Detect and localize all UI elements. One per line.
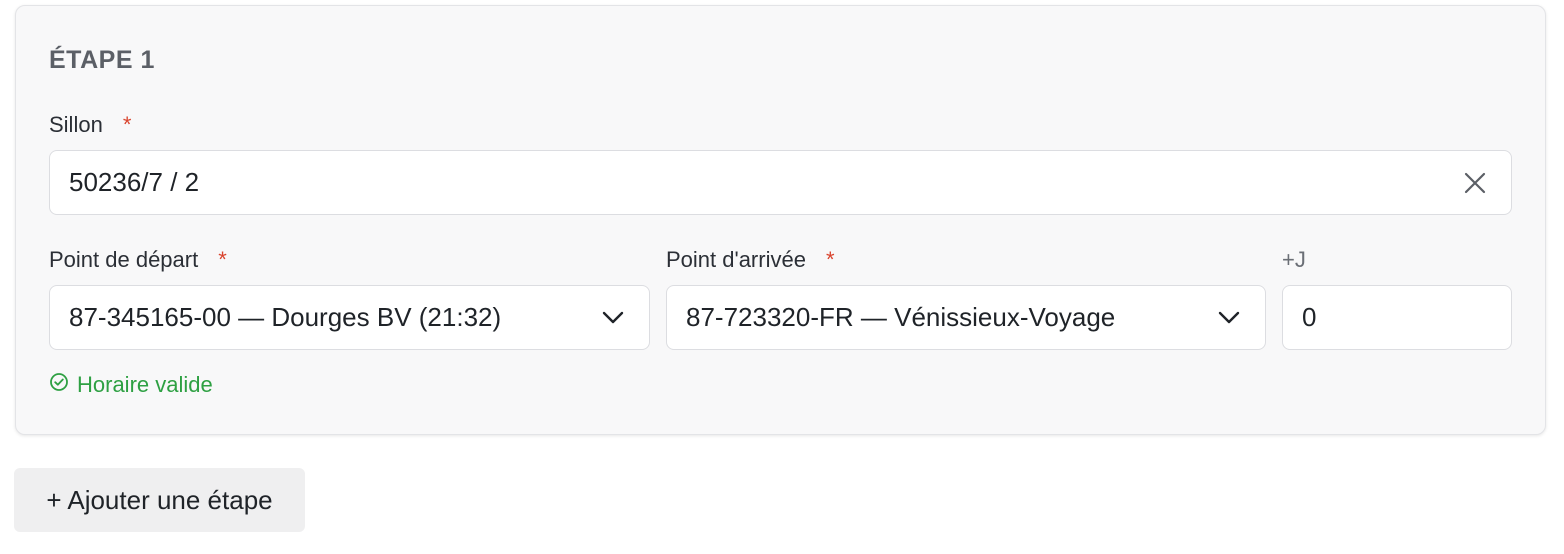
day-offset-input[interactable]: 0: [1282, 285, 1512, 350]
required-mark: *: [825, 247, 835, 272]
add-step-button[interactable]: + Ajouter une étape: [14, 468, 305, 532]
sillon-value: 50236/7 / 2: [69, 167, 200, 197]
sillon-input[interactable]: 50236/7 / 2: [49, 150, 1512, 215]
required-mark: *: [122, 112, 132, 137]
step-card: ÉTAPE 1 Sillon * 50236/7 / 2 Point de dép…: [15, 5, 1546, 435]
schedule-status: Horaire valide: [49, 372, 213, 398]
step-title: ÉTAPE 1: [49, 46, 155, 74]
depart-select[interactable]: 87-345165-00 — Dourges BV (21:32): [49, 285, 650, 350]
depart-label-text: Point de départ: [49, 247, 199, 272]
chevron-down-icon[interactable]: [1209, 298, 1249, 338]
sillon-label: Sillon *: [49, 112, 131, 138]
depart-value: 87-345165-00 — Dourges BV (21:32): [69, 302, 502, 332]
required-mark: *: [218, 247, 227, 272]
status-text: Horaire valide: [77, 372, 213, 397]
day-offset-value: 0: [1302, 302, 1317, 332]
chevron-down-icon[interactable]: [593, 298, 633, 338]
depart-label: Point de départ *: [49, 247, 227, 273]
day-offset-label: +J: [1282, 247, 1306, 272]
arrivee-label-text: Point d'arrivée: [666, 247, 806, 272]
sillon-label-text: Sillon: [49, 112, 103, 137]
check-circle-icon: [49, 372, 69, 398]
arrivee-label: Point d'arrivée *: [666, 247, 835, 273]
close-icon[interactable]: [1455, 163, 1495, 203]
arrivee-select[interactable]: 87-723320-FR — Vénissieux-Voyage: [666, 285, 1266, 350]
arrivee-value: 87-723320-FR — Vénissieux-Voyage: [686, 302, 1116, 332]
